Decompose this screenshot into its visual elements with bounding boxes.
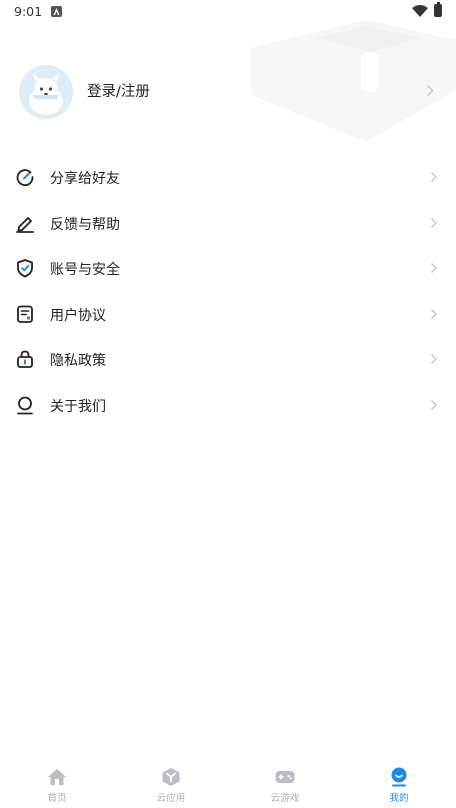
bottom-tab-bar: 首页 云应用 云游戏 我的 <box>0 758 456 808</box>
tab-label-home: 首页 <box>47 793 67 804</box>
tab-cloud-apps[interactable]: 云应用 <box>114 758 228 808</box>
settings-menu: 分享给好友 反馈与帮助 账号与安全 用户协议 隐私政策 关于我们 <box>0 155 456 428</box>
chevron-right-icon <box>430 217 438 228</box>
tab-label-cloud-games: 云游戏 <box>270 793 300 804</box>
chevron-right-icon <box>430 308 438 319</box>
menu-item-user-agreement[interactable]: 用户协议 <box>0 292 456 338</box>
menu-label-share: 分享给好友 <box>50 171 120 187</box>
document-icon <box>17 305 33 323</box>
menu-item-account-security[interactable]: 账号与安全 <box>0 246 456 292</box>
notification-icon <box>51 6 62 17</box>
home-icon <box>48 769 66 785</box>
login-register-label[interactable]: 登录/注册 <box>87 80 150 101</box>
menu-item-feedback[interactable]: 反馈与帮助 <box>0 201 456 247</box>
share-icon <box>16 169 34 186</box>
cloud-app-icon <box>162 768 180 786</box>
chevron-right-icon <box>426 84 434 97</box>
avatar <box>19 65 73 119</box>
wifi-icon <box>412 5 428 17</box>
person-icon <box>17 396 33 414</box>
profile-icon <box>391 767 407 787</box>
tab-mine[interactable]: 我的 <box>342 758 456 808</box>
menu-label-account-security: 账号与安全 <box>50 262 120 278</box>
menu-label-user-agreement: 用户协议 <box>50 307 106 324</box>
menu-item-share[interactable]: 分享给好友 <box>0 155 456 201</box>
profile-login-row[interactable]: 登录/注册 <box>0 60 456 124</box>
status-time: 9:01 <box>14 4 43 19</box>
lock-icon <box>17 350 33 368</box>
battery-icon <box>434 1 442 17</box>
chevron-right-icon <box>430 399 438 410</box>
chevron-right-icon <box>430 262 438 274</box>
menu-label-about-us: 关于我们 <box>50 398 106 415</box>
shield-icon <box>17 259 33 278</box>
chevron-right-icon <box>430 353 438 365</box>
menu-item-privacy-policy[interactable]: 隐私政策 <box>0 337 456 383</box>
menu-item-about-us[interactable]: 关于我们 <box>0 383 456 429</box>
chevron-right-icon <box>430 171 438 183</box>
menu-label-privacy-policy: 隐私政策 <box>50 353 106 369</box>
tab-label-mine: 我的 <box>389 793 409 804</box>
menu-label-feedback: 反馈与帮助 <box>50 216 120 233</box>
pencil-icon <box>16 216 34 233</box>
tab-cloud-games[interactable]: 云游戏 <box>228 758 342 808</box>
gamepad-icon <box>275 771 295 783</box>
tab-label-cloud-apps: 云应用 <box>156 793 186 804</box>
tab-home[interactable]: 首页 <box>0 758 114 808</box>
